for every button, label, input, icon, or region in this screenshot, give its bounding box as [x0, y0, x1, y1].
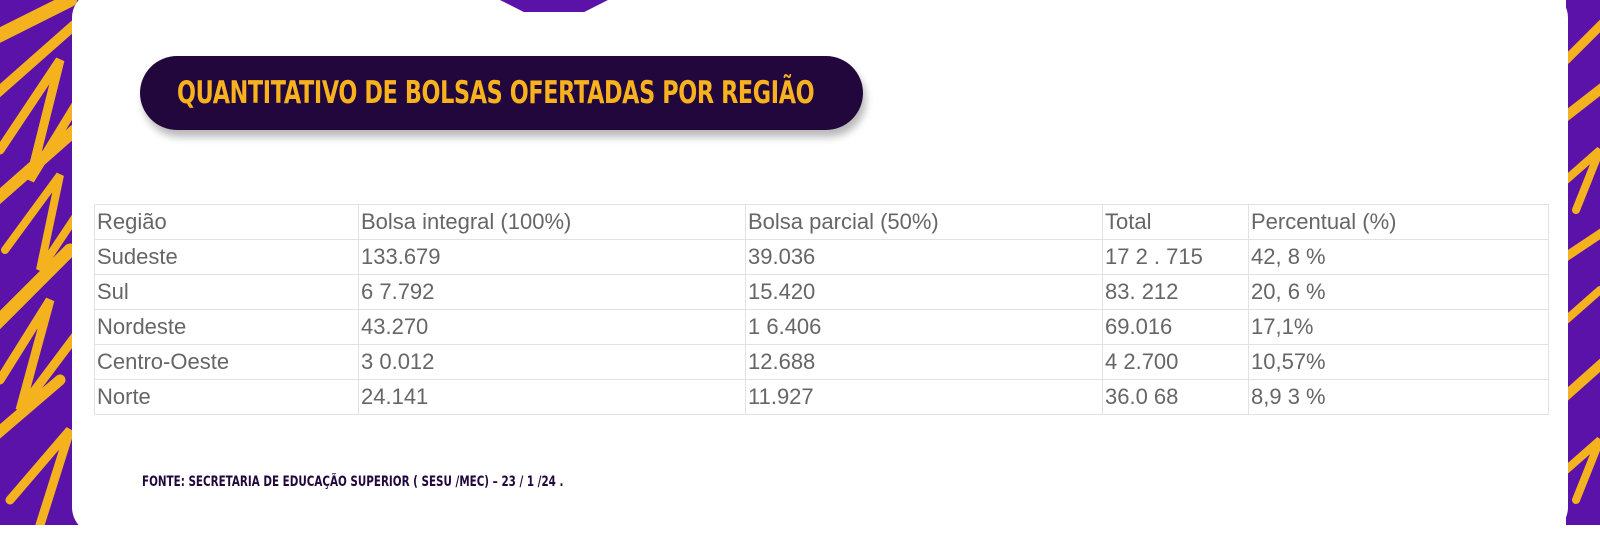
full-scholarship-cell: 133.679 [358, 239, 746, 275]
brush-stroke-decoration [1566, 19, 1600, 504]
total-cell: 83. 212 [1102, 274, 1249, 310]
table-row: Centro-Oeste 3 0.012 12.688 4 2.700 10,5… [94, 344, 1549, 380]
percentage-cell: 8,9 3 % [1248, 379, 1549, 415]
partial-scholarship-cell: 1 6.406 [745, 309, 1103, 345]
full-scholarship-cell: 43.270 [358, 309, 746, 345]
right-decorative-border [1566, 0, 1600, 525]
column-header-region: Região [94, 204, 359, 240]
column-header-total: Total [1102, 204, 1249, 240]
page-title: QUANTITATIVO DE BOLSAS OFERTADAS POR REG… [177, 75, 815, 111]
partial-scholarship-cell: 11.927 [745, 379, 1103, 415]
region-cell: Sul [94, 274, 359, 310]
table-row: Nordeste 43.270 1 6.406 69.016 17,1% [94, 309, 1549, 345]
table-row: Sul 6 7.792 15.420 83. 212 20, 6 % [94, 274, 1549, 310]
table-header-row: Região Bolsa integral (100%) Bolsa parci… [94, 204, 1549, 240]
region-cell: Centro-Oeste [94, 344, 359, 380]
region-cell: Norte [94, 379, 359, 415]
source-note: FONTE: SECRETARIA DE EDUCAÇÃO SUPERIOR (… [142, 474, 564, 490]
table-row: Sudeste 133.679 39.036 17 2 . 715 42, 8 … [94, 239, 1549, 275]
region-cell: Sudeste [94, 239, 359, 275]
total-cell: 4 2.700 [1102, 344, 1249, 380]
total-cell: 69.016 [1102, 309, 1249, 345]
percentage-cell: 42, 8 % [1248, 239, 1549, 275]
partial-scholarship-cell: 15.420 [745, 274, 1103, 310]
column-header-percentage: Percentual (%) [1248, 204, 1549, 240]
region-cell: Nordeste [94, 309, 359, 345]
total-cell: 17 2 . 715 [1102, 239, 1249, 275]
scholarship-table: Região Bolsa integral (100%) Bolsa parci… [94, 204, 1549, 415]
full-scholarship-cell: 24.141 [358, 379, 746, 415]
percentage-cell: 20, 6 % [1248, 274, 1549, 310]
percentage-cell: 17,1% [1248, 309, 1549, 345]
partial-scholarship-cell: 39.036 [745, 239, 1103, 275]
column-header-partial-scholarship: Bolsa parcial (50%) [745, 204, 1103, 240]
total-cell: 36.0 68 [1102, 379, 1249, 415]
partial-scholarship-cell: 12.688 [745, 344, 1103, 380]
percentage-cell: 10,57% [1248, 344, 1549, 380]
table-row: Norte 24.141 11.927 36.0 68 8,9 3 % [94, 379, 1549, 415]
full-scholarship-cell: 6 7.792 [358, 274, 746, 310]
full-scholarship-cell: 3 0.012 [358, 344, 746, 380]
column-header-full-scholarship: Bolsa integral (100%) [358, 204, 746, 240]
title-banner: QUANTITATIVO DE BOLSAS OFERTADAS POR REG… [140, 56, 863, 130]
